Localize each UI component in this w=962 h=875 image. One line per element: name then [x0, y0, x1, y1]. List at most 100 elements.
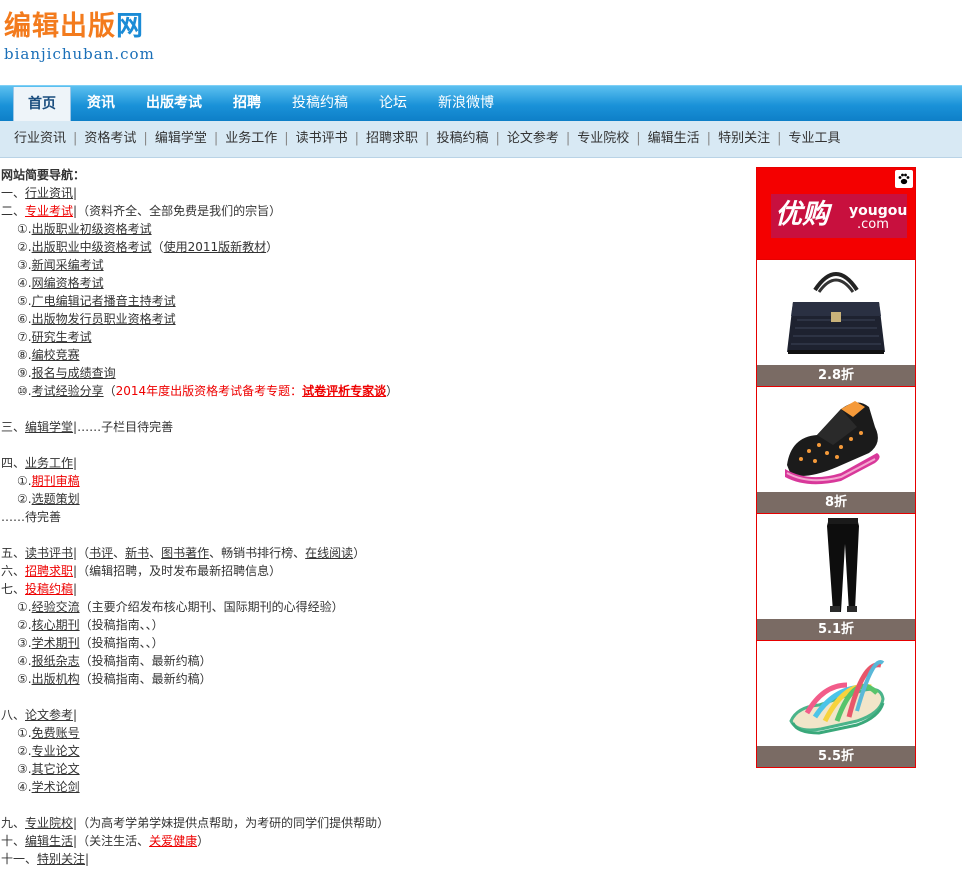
nav-item-weibo[interactable]: 新浪微博 — [438, 86, 494, 121]
link-reviews[interactable]: 书评 — [89, 546, 113, 560]
exam-item-10: ⑩.考试经验分享（2014年度出版资格考试备考专题：试卷评析专家谈） — [1, 382, 741, 400]
item-number: ②. — [17, 618, 32, 632]
link-distributor-exam[interactable]: 出版物发行员职业资格考试 — [32, 312, 176, 326]
business-more: ……待完善 — [1, 510, 62, 524]
subnav-item[interactable]: 投稿约稿 — [436, 131, 488, 146]
nav-item-exam[interactable]: 出版考试 — [146, 86, 202, 121]
link-experience-exchange[interactable]: 经验交流 — [32, 600, 80, 614]
link-submission[interactable]: 投稿约稿 — [25, 582, 73, 596]
section-note: | — [73, 708, 78, 722]
papers-item-1: ①.免费账号 — [1, 724, 741, 742]
link-graduate-exam[interactable]: 研究生考试 — [32, 330, 92, 344]
paren-close: ） — [386, 384, 399, 398]
nav-item-jobs[interactable]: 招聘 — [233, 86, 261, 121]
exam-item-1: ①.出版职业初级资格考试 — [1, 220, 741, 238]
item-number: ①. — [17, 600, 32, 614]
papers-item-3: ③.其它论文 — [1, 760, 741, 778]
link-health[interactable]: 关爱健康 — [149, 834, 197, 848]
link-editing-school[interactable]: 编辑学堂 — [25, 420, 73, 434]
link-journal-review[interactable]: 期刊审稿 — [32, 474, 80, 488]
subnav-item[interactable]: 行业资讯 — [14, 131, 66, 146]
nav-item-home[interactable]: 首页 — [13, 87, 71, 123]
subnav-item[interactable]: 资格考试 — [84, 131, 136, 146]
link-expert-review[interactable]: 试卷评析专家谈 — [302, 384, 386, 398]
yougou-logo-domain: .com — [857, 217, 889, 232]
yougou-logo[interactable]: 优购 yougou .com — [771, 194, 907, 238]
link-colleges[interactable]: 专业院校 — [25, 816, 73, 830]
item-note: （投稿指南、最新约稿） — [79, 672, 212, 686]
link-online-reading[interactable]: 在线阅读 — [305, 546, 353, 560]
yougou-ad[interactable]: 优购 yougou .com 2.8折 8折 5.1折 5.5折 — [756, 167, 916, 768]
item-number: ⑦. — [17, 330, 32, 344]
section-number: 六、 — [1, 564, 26, 578]
link-special-focus[interactable]: 特别关注 — [37, 852, 85, 866]
link-academic-journals[interactable]: 学术期刊 — [32, 636, 80, 650]
paren-open: （ — [103, 384, 116, 398]
subnav-item[interactable]: 业务工作 — [225, 131, 277, 146]
link-publishers[interactable]: 出版机构 — [32, 672, 80, 686]
link-academic-debate[interactable]: 学术论剑 — [32, 780, 80, 794]
link-new-books[interactable]: 新书 — [125, 546, 149, 560]
nav-item-forum[interactable]: 论坛 — [379, 86, 407, 121]
link-editor-life[interactable]: 编辑生活 — [25, 834, 73, 848]
link-news-exam[interactable]: 新闻采编考试 — [32, 258, 104, 272]
link-new-textbook[interactable]: 使用2011版新教材 — [164, 240, 267, 254]
link-core-journals[interactable]: 核心期刊 — [32, 618, 80, 632]
link-registration-query[interactable]: 报名与成绩查询 — [32, 366, 116, 380]
yougou-logo-text: 优购 yougou .com — [771, 198, 907, 232]
link-recruitment[interactable]: 招聘求职 — [25, 564, 73, 578]
section-professional-exam: 二、专业考试|（资料齐全、全部免费是我们的宗旨） — [1, 202, 741, 220]
link-papers[interactable]: 论文参考 — [25, 708, 73, 722]
exam-item-8: ⑧.编校竞赛 — [1, 346, 741, 364]
link-book-review[interactable]: 读书评书 — [25, 546, 73, 560]
sandal-image — [757, 641, 915, 746]
link-business-work[interactable]: 业务工作 — [25, 456, 73, 470]
subnav-item[interactable]: 编辑学堂 — [155, 131, 207, 146]
link-exam-experience[interactable]: 考试经验分享 — [32, 384, 104, 398]
subnav-item[interactable]: 专业院校 — [577, 131, 629, 146]
logo-title-orange: 编辑出版 — [4, 11, 116, 42]
link-exam-intermediate[interactable]: 出版职业中级资格考试 — [32, 240, 152, 254]
product-pants[interactable]: 5.1折 — [757, 513, 915, 640]
section-editor-life: 十、编辑生活|（关注生活、关爱健康） — [1, 832, 741, 850]
site-logo[interactable]: 编辑出版网 bianjichuban.com — [4, 11, 155, 64]
link-other-papers[interactable]: 其它论文 — [32, 762, 80, 776]
link-professional-exam[interactable]: 专业考试 — [25, 204, 73, 218]
link-proofreading-contest[interactable]: 编校竞赛 — [32, 348, 80, 362]
link-free-account[interactable]: 免费账号 — [32, 726, 80, 740]
section-number: 四、 — [1, 456, 26, 470]
item-number: ⑩. — [17, 384, 32, 398]
subnav-item[interactable]: 招聘求职 — [366, 131, 418, 146]
nav-item-news[interactable]: 资讯 — [87, 86, 115, 121]
link-professional-papers[interactable]: 专业论文 — [32, 744, 80, 758]
paw-icon[interactable] — [895, 170, 913, 188]
product-sandal[interactable]: 5.5折 — [757, 640, 915, 767]
subnav-separator: | — [213, 131, 219, 146]
item-number: ④. — [17, 654, 32, 668]
link-broadcast-exam[interactable]: 广电编辑记者播音主持考试 — [32, 294, 176, 308]
link-topic-planning[interactable]: 选题策划 — [32, 492, 80, 506]
papers-item-2: ②.专业论文 — [1, 742, 741, 760]
subnav-item[interactable]: 专业工具 — [788, 131, 840, 146]
product-sneaker[interactable]: 8折 — [757, 386, 915, 513]
ad-header[interactable]: 优购 yougou .com — [757, 168, 915, 259]
subnav-item[interactable]: 编辑生活 — [648, 131, 700, 146]
section-note: |（为高考学弟学妹提供点帮助，为考研的同学们提供帮助） — [73, 816, 390, 830]
item-number: ④. — [17, 780, 32, 794]
link-book-works[interactable]: 图书著作 — [161, 546, 209, 560]
subnav-item[interactable]: 特别关注 — [718, 131, 770, 146]
link-newspapers[interactable]: 报纸杂志 — [32, 654, 80, 668]
logo-title-blue: 网 — [116, 11, 144, 42]
link-web-editor-exam[interactable]: 网编资格考试 — [32, 276, 104, 290]
subnav-item[interactable]: 论文参考 — [507, 131, 559, 146]
paren-close: ） — [197, 834, 210, 848]
link-industry-news[interactable]: 行业资讯 — [25, 186, 73, 200]
main-nav: 首页 资讯 出版考试 招聘 投稿约稿 论坛 新浪微博 — [0, 85, 962, 123]
nav-item-submission[interactable]: 投稿约稿 — [292, 86, 348, 121]
subnav-item[interactable]: 读书评书 — [296, 131, 348, 146]
section-number: 七、 — [1, 582, 26, 596]
product-handbag[interactable]: 2.8折 — [757, 259, 915, 386]
link-exam-junior[interactable]: 出版职业初级资格考试 — [32, 222, 152, 236]
